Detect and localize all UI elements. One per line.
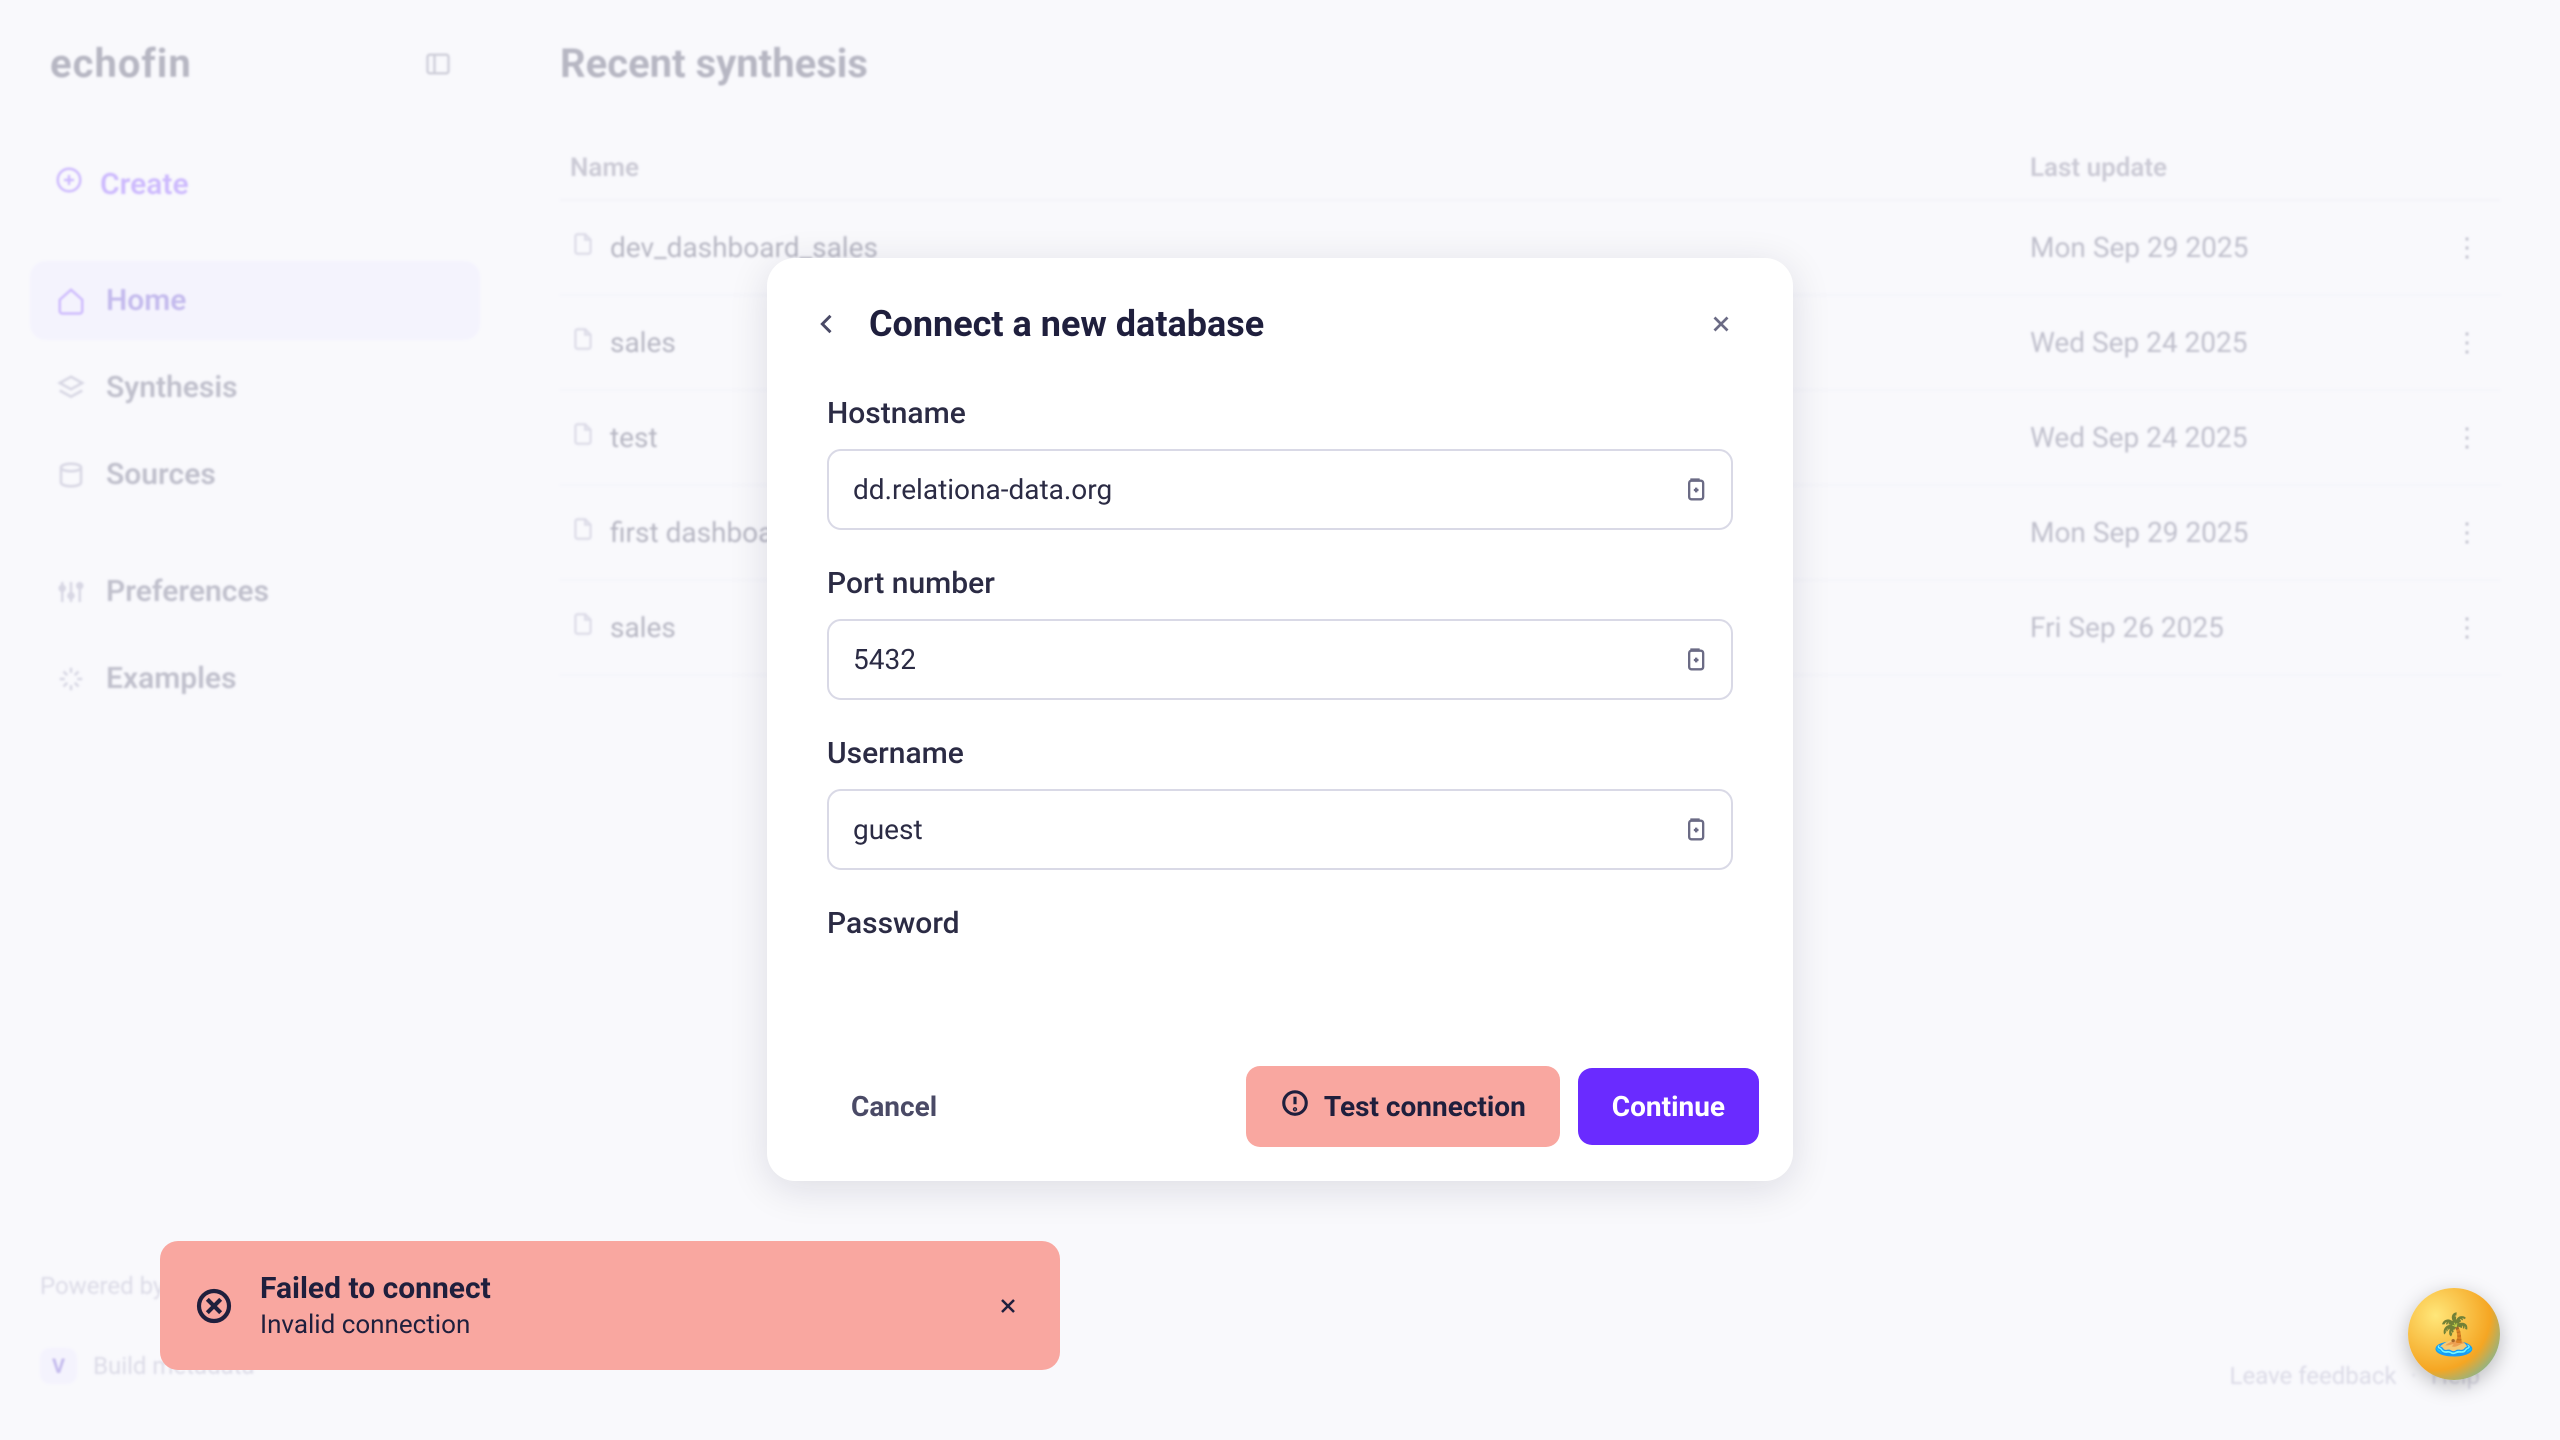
help-bubble-button[interactable]: 🏝️ (2408, 1288, 2500, 1380)
connect-database-modal: Connect a new database Hostname Port num… (767, 258, 1793, 1181)
continue-button[interactable]: Continue (1578, 1068, 1759, 1145)
paste-icon[interactable] (1659, 646, 1731, 674)
toast-title: Failed to connect (260, 1271, 964, 1306)
hostname-label: Hostname (827, 396, 1733, 431)
username-label: Username (827, 736, 1733, 771)
toast-close-button[interactable] (990, 1288, 1026, 1324)
paste-icon[interactable] (1659, 476, 1731, 504)
close-button[interactable] (1699, 302, 1743, 346)
paste-icon[interactable] (1659, 816, 1731, 844)
port-label: Port number (827, 566, 1733, 601)
alert-circle-icon (1280, 1088, 1310, 1125)
cancel-button[interactable]: Cancel (817, 1068, 971, 1145)
test-connection-label: Test connection (1324, 1090, 1526, 1123)
password-label: Password (827, 906, 1733, 941)
hostname-input[interactable] (829, 451, 1659, 528)
modal-title: Connect a new database (869, 303, 1679, 345)
username-input[interactable] (829, 791, 1659, 868)
toast-subtitle: Invalid connection (260, 1310, 964, 1340)
back-button[interactable] (805, 302, 849, 346)
error-toast: Failed to connect Invalid connection (160, 1241, 1060, 1370)
test-connection-button[interactable]: Test connection (1246, 1066, 1560, 1147)
port-input[interactable] (829, 621, 1659, 698)
error-circle-icon (194, 1286, 234, 1326)
